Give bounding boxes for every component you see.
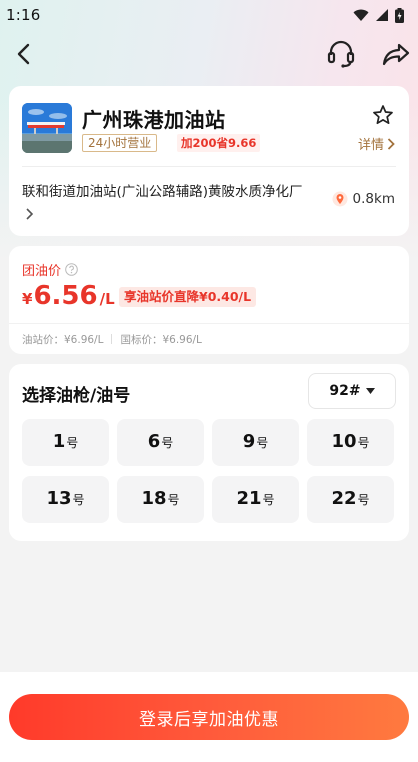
status-bar: 1:16 (0, 0, 418, 30)
save-tag: 加200省9.66 (177, 134, 261, 152)
gun-suffix: 号 (256, 436, 269, 450)
gun-suffix: 号 (167, 493, 180, 507)
station-card: 广州珠港加油站 24小时营业 加200省9.66 详情 联和街道加油站(广汕公路… (9, 86, 409, 236)
separator (111, 334, 113, 344)
gun-button-21[interactable]: 21 号 (212, 476, 299, 523)
location-pin-icon (332, 191, 348, 207)
gun-number: 6 (147, 431, 161, 452)
station-name: 广州珠港加油站 (82, 108, 226, 132)
back-button[interactable] (8, 38, 40, 70)
distance-navigation[interactable]: 0.8km (332, 191, 395, 207)
station-photo (22, 103, 72, 153)
hours-tag: 24小时营业 (82, 134, 158, 152)
gun-suffix: 号 (357, 436, 370, 450)
gun-number: 13 (46, 488, 72, 509)
gun-button-13[interactable]: 13 号 (22, 476, 109, 523)
price-card: 团油价 ¥ 6.56 /L 享油站价直降¥0.40/L 油站价：¥6.96/L … (9, 246, 409, 354)
divider (22, 166, 396, 167)
station-price: 油站价：¥6.96/L (22, 333, 104, 346)
gun-suffix: 号 (161, 436, 174, 450)
price-promo-tag: 享油站价直降¥0.40/L (119, 287, 257, 307)
gun-suffix: 号 (262, 493, 275, 507)
reference-prices: 油站价：¥6.96/L 国标价：¥6.96/L (9, 323, 409, 354)
gun-button-18[interactable]: 18 号 (117, 476, 204, 523)
wifi-icon (353, 9, 369, 21)
status-icons (353, 7, 404, 23)
bottom-bar: 登录后享加油优惠 (0, 672, 418, 762)
gun-number: 22 (331, 488, 357, 509)
chevron-right-icon (387, 137, 395, 150)
price-currency: ¥ (22, 290, 33, 308)
details-link[interactable]: 详情 (358, 134, 395, 153)
distance-value: 0.8km (352, 191, 395, 207)
gun-number: 9 (242, 431, 256, 452)
group-price: ¥ 6.56 /L (22, 281, 115, 311)
fuel-selector-card: 选择油枪/油号 92# 1 号 6 号 9 号 10 号 13 号 18 号 21 号 22 号 (9, 364, 409, 541)
gun-suffix: 号 (72, 493, 85, 507)
group-price-label: 团油价 (22, 260, 78, 279)
gun-button-22[interactable]: 22 号 (307, 476, 394, 523)
signal-icon (376, 9, 388, 21)
price-unit: /L (99, 290, 115, 308)
caret-down-icon (365, 388, 375, 394)
nav-bar (0, 34, 418, 74)
price-value: 6.56 (33, 281, 98, 311)
address-chevron-icon[interactable] (23, 207, 37, 221)
gun-button-10[interactable]: 10 号 (307, 419, 394, 466)
details-label: 详情 (357, 138, 384, 153)
national-price: 国标价：¥6.96/L (120, 333, 202, 346)
gun-button-6[interactable]: 6号 (117, 419, 204, 466)
selector-title: 选择油枪/油号 (22, 386, 131, 406)
group-price-text: 团油价 (22, 264, 62, 279)
gun-suffix: 号 (66, 436, 79, 450)
oil-type-dropdown[interactable]: 92# (308, 373, 396, 409)
share-icon (382, 43, 410, 66)
share-button[interactable] (380, 38, 412, 70)
gun-suffix: 号 (357, 493, 370, 507)
back-arrow-icon (17, 43, 30, 65)
oil-type-value: 92# (329, 383, 361, 399)
gun-number: 1 (52, 431, 66, 452)
battery-icon (395, 7, 404, 23)
login-button[interactable]: 登录后享加油优惠 (9, 694, 409, 740)
gun-number: 21 (236, 488, 262, 509)
customer-service-button[interactable] (325, 38, 357, 70)
status-time: 1:16 (6, 6, 41, 24)
gun-button-9[interactable]: 9号 (212, 419, 299, 466)
gun-number: 18 (141, 488, 167, 509)
gun-number: 10 (331, 431, 357, 452)
gun-grid: 1 号 6 号 9 号 10 号 13 号 18 号 21 号 22 号 (22, 419, 396, 523)
station-address: 联和街道加油站(广汕公路辅路)黄陂水质净化厂 (22, 184, 303, 200)
favorite-star-icon[interactable] (372, 104, 394, 126)
headset-icon (327, 40, 355, 68)
help-icon[interactable] (65, 263, 78, 276)
gun-button-1[interactable]: 1号 (22, 419, 109, 466)
